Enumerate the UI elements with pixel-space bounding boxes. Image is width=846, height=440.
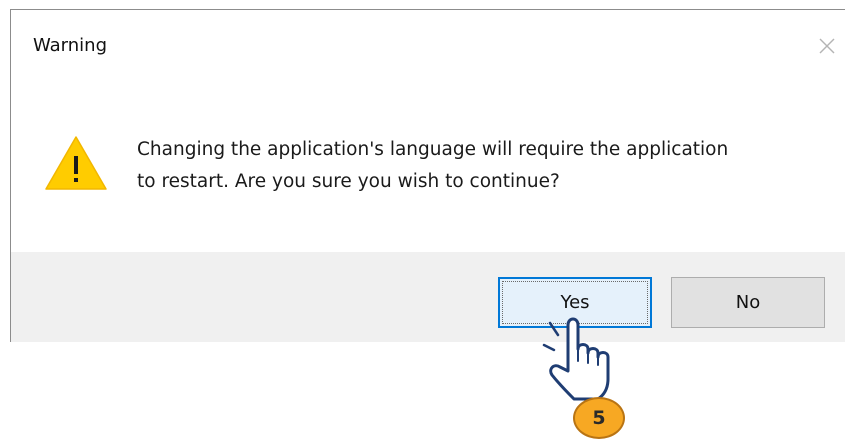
- warning-triangle-icon: [43, 134, 109, 196]
- dialog-title: Warning: [33, 35, 108, 56]
- screenshot-stage: Warning Changing the application's langu…: [0, 0, 846, 440]
- warning-dialog: Warning Changing the application's langu…: [10, 9, 845, 342]
- dialog-message: Changing the application's language will…: [137, 134, 817, 198]
- message-line-1: Changing the application's language will…: [137, 139, 729, 160]
- hand-pointer-icon: [538, 313, 638, 407]
- dialog-titlebar: Warning: [11, 10, 845, 82]
- close-button[interactable]: [809, 28, 845, 64]
- no-button[interactable]: No: [671, 277, 825, 328]
- dialog-button-bar: Yes No: [11, 252, 845, 342]
- close-icon: [819, 38, 835, 54]
- step-number-badge: 5: [573, 397, 625, 439]
- dialog-body: Changing the application's language will…: [11, 82, 845, 252]
- message-line-2: to restart. Are you sure you wish to con…: [137, 171, 560, 192]
